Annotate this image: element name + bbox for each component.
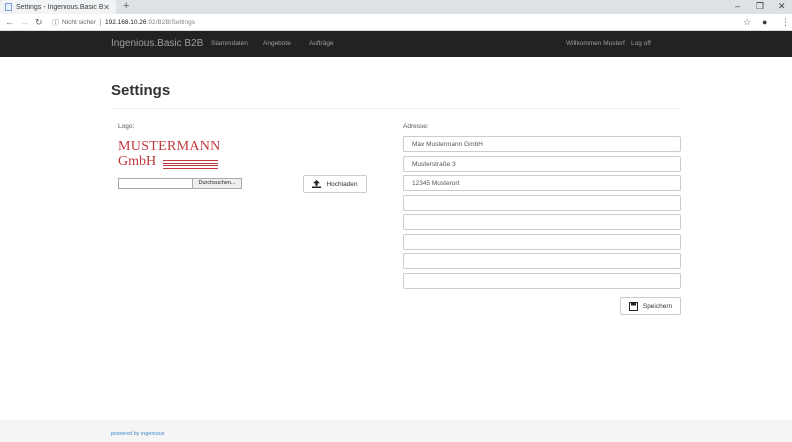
browser-window: Settings - Ingenious.Basic B2B ✕ + – ❐ ✕… xyxy=(0,0,792,442)
brand-link[interactable]: Ingenious.Basic B2B xyxy=(111,31,203,57)
logo-label: Logo: xyxy=(118,123,135,130)
address-line-8[interactable] xyxy=(403,273,681,289)
upload-icon xyxy=(312,180,322,188)
site-navbar: Ingenious.Basic B2B Stammdaten Angebote … xyxy=(0,31,792,57)
save-label: Speichern xyxy=(642,302,673,310)
tab-strip: Settings - Ingenious.Basic B2B ✕ + – ❐ ✕ xyxy=(0,0,792,14)
info-icon[interactable]: ⓘ xyxy=(52,18,59,28)
company-logo: MUSTERMANN GmbH xyxy=(118,139,228,173)
nav-logoff[interactable]: Log off xyxy=(631,31,651,57)
window-close-button[interactable]: ✕ xyxy=(778,0,786,14)
file-input[interactable]: Durchsuchen... xyxy=(118,178,242,189)
browse-button[interactable]: Durchsuchen... xyxy=(192,179,241,188)
page-icon xyxy=(5,3,12,11)
address-line-7[interactable] xyxy=(403,253,681,269)
address-line-2[interactable] xyxy=(403,156,681,172)
address-line-6[interactable] xyxy=(403,234,681,250)
nav-angebote[interactable]: Angebote xyxy=(263,31,291,57)
address-label: Adresse: xyxy=(403,123,429,130)
logo-text-line2: GmbH xyxy=(118,154,157,169)
security-label: Nicht sicher xyxy=(62,19,101,26)
nav-stammdaten[interactable]: Stammdaten xyxy=(211,31,248,57)
tab-title: Settings - Ingenious.Basic B2B xyxy=(16,3,104,11)
logo-text-line1: MUSTERMANN xyxy=(118,139,221,154)
nav-welcome[interactable]: Willkommen Musterf xyxy=(566,31,625,57)
upload-label: Hochladen xyxy=(326,180,358,188)
page-title: Settings xyxy=(111,82,171,99)
address-line-1[interactable] xyxy=(403,136,681,152)
address-bar[interactable]: ⓘ Nicht sicher 192.168.10.26 :92/B2B/Set… xyxy=(52,16,728,29)
new-tab-button[interactable]: + xyxy=(123,0,129,14)
divider xyxy=(111,108,681,109)
address-line-5[interactable] xyxy=(403,214,681,230)
reload-icon[interactable]: ↻ xyxy=(35,14,43,31)
minimize-button[interactable]: – xyxy=(735,0,740,14)
footer-link[interactable]: powered by ingenious xyxy=(111,431,165,437)
address-line-3[interactable] xyxy=(403,175,681,191)
nav-auftraege[interactable]: Aufträge xyxy=(309,31,334,57)
tab-close-icon[interactable]: ✕ xyxy=(103,3,110,12)
forward-arrow-icon[interactable]: → xyxy=(20,14,29,31)
back-arrow-icon[interactable]: ← xyxy=(5,14,14,31)
logo-stripes xyxy=(163,160,218,170)
url-path: :92/B2B/Settings xyxy=(146,19,195,26)
menu-icon[interactable]: ⋮ xyxy=(781,14,790,31)
save-button[interactable]: Speichern xyxy=(620,297,681,315)
restore-button[interactable]: ❐ xyxy=(756,0,764,14)
address-line-4[interactable] xyxy=(403,195,681,211)
browser-tab[interactable]: Settings - Ingenious.Basic B2B ✕ xyxy=(0,0,116,14)
url-host: 192.168.10.26 xyxy=(104,19,147,26)
upload-button[interactable]: Hochladen xyxy=(303,175,367,193)
bookmark-star-icon[interactable]: ☆ xyxy=(743,14,751,31)
floppy-disk-icon xyxy=(628,301,638,311)
profile-icon[interactable]: ● xyxy=(762,14,767,31)
browser-toolbar: ← → ↻ ⓘ Nicht sicher 192.168.10.26 :92/B… xyxy=(0,14,792,31)
